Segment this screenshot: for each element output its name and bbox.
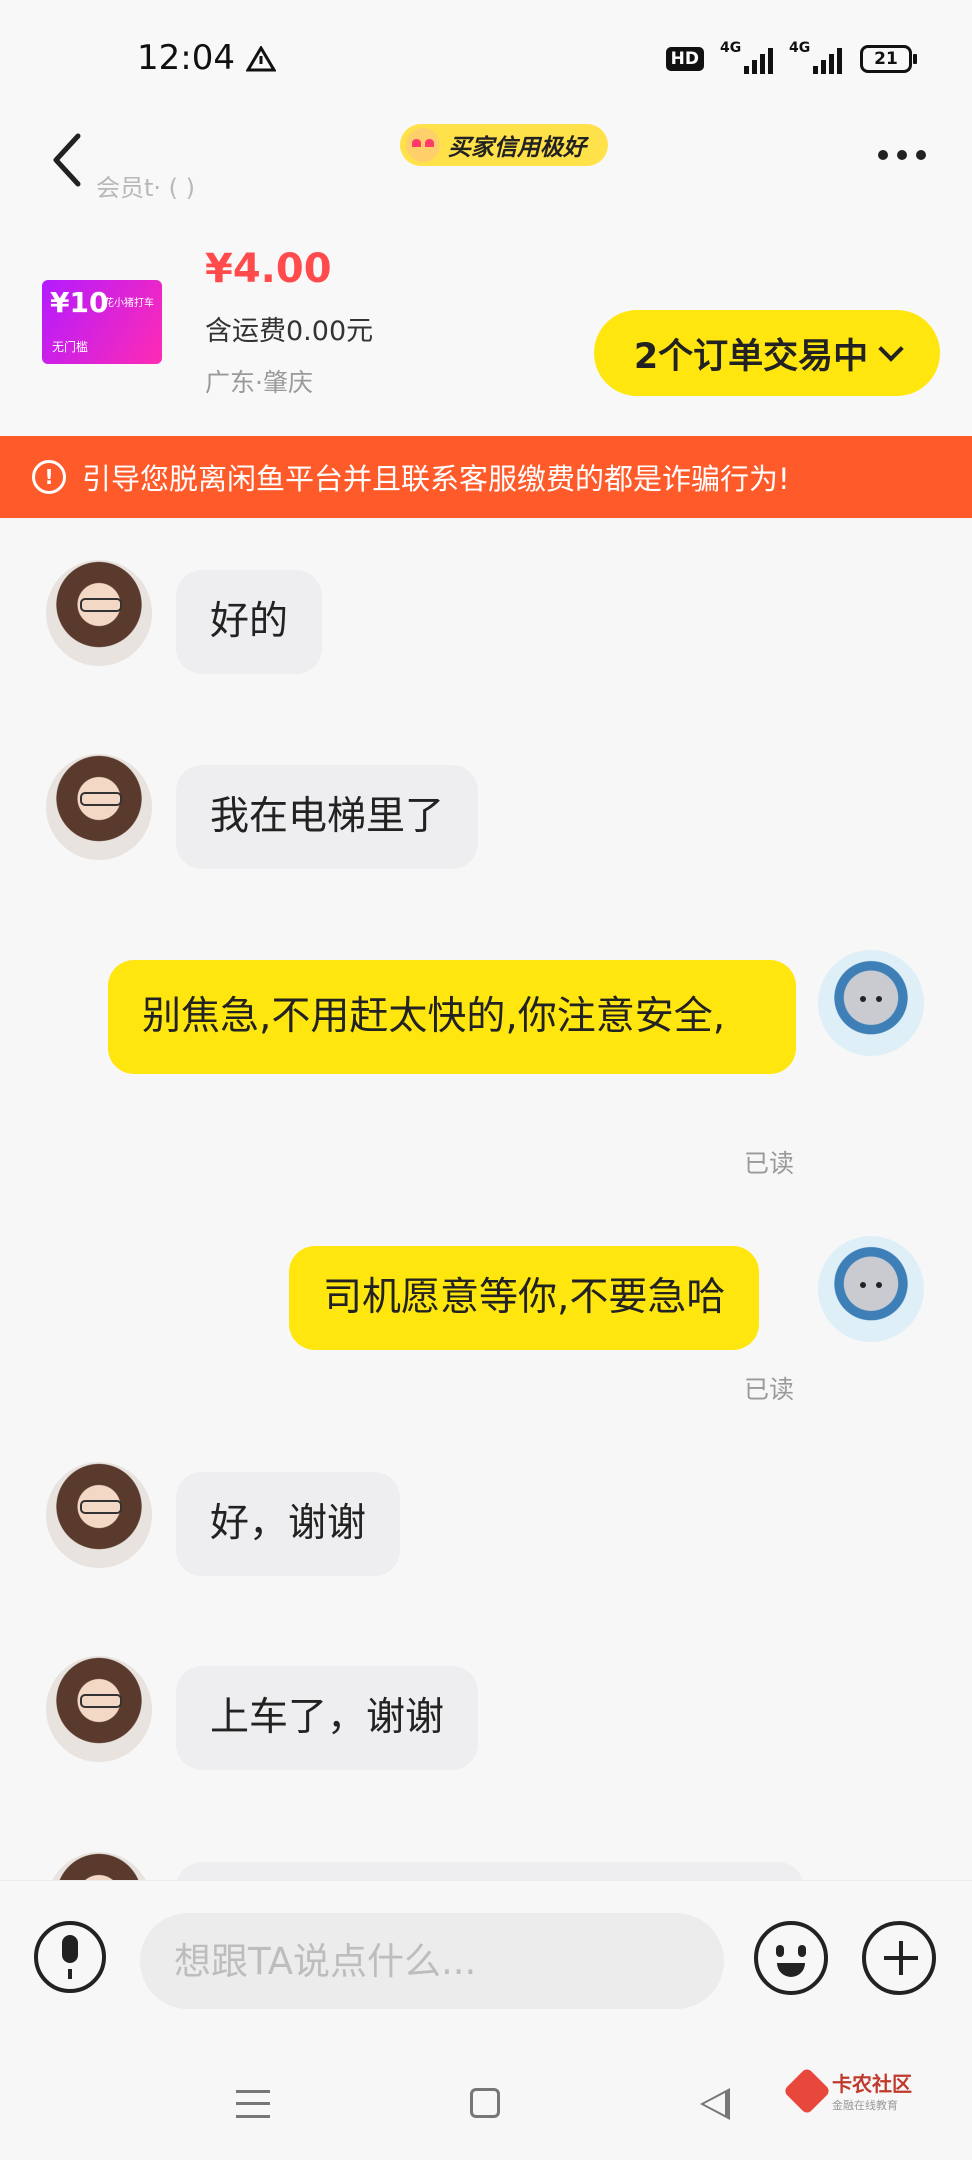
message-bubble-incoming[interactable]: 上车了，谢谢 bbox=[176, 1666, 479, 1770]
alert-icon bbox=[246, 46, 276, 72]
status-bar: 12:04 HD 4G 4G 21 bbox=[0, 0, 972, 120]
watermark-subtitle: 金融在线教育 bbox=[832, 2099, 898, 2112]
my-avatar[interactable] bbox=[818, 950, 924, 1056]
back-button[interactable] bbox=[48, 130, 88, 190]
message-bubble-outgoing[interactable]: 别焦急,不用赶太快的,你注意安全, bbox=[108, 960, 796, 1074]
read-receipt: 已读 bbox=[744, 1375, 795, 1404]
orders-in-progress-button[interactable]: 2个订单交易中 bbox=[594, 310, 940, 396]
credit-badge-label: 买家信用极好 bbox=[448, 135, 586, 161]
home-icon[interactable] bbox=[470, 2088, 500, 2118]
message-bubble-incoming[interactable] bbox=[176, 1862, 804, 1880]
product-thumbnail[interactable]: ¥10 花小猪打车 无门槛 bbox=[42, 280, 162, 364]
battery-icon: 21 bbox=[860, 45, 917, 73]
product-price: ¥4.00 bbox=[205, 246, 332, 292]
message-bubble-incoming[interactable]: 我在电梯里了 bbox=[176, 765, 479, 869]
recent-apps-icon[interactable] bbox=[236, 2090, 270, 2118]
message-input-bar bbox=[0, 1880, 972, 2041]
more-options-button[interactable] bbox=[878, 150, 926, 160]
signal-icon-1: 4G bbox=[720, 40, 773, 74]
message-bubble-incoming[interactable]: 好的 bbox=[176, 570, 323, 674]
heart-eyes-icon bbox=[406, 128, 440, 162]
read-receipt: 已读 bbox=[744, 1149, 795, 1178]
my-avatar[interactable] bbox=[818, 1236, 924, 1342]
voice-input-button[interactable] bbox=[34, 1921, 106, 1993]
credit-badge[interactable]: 买家信用极好 bbox=[400, 124, 608, 166]
fraud-warning-banner: ! 引导您脱离闲鱼平台并且联系客服缴费的都是诈骗行为! bbox=[0, 436, 972, 518]
shipping-fee: 含运费0.00元 bbox=[205, 316, 374, 347]
system-nav-bar: 卡农社区 金融在线教育 bbox=[0, 2040, 972, 2160]
product-location: 广东·肇庆 bbox=[205, 368, 313, 397]
message-bubble-outgoing[interactable]: 司机愿意等你,不要急哈 bbox=[289, 1246, 760, 1350]
contact-avatar[interactable] bbox=[46, 1852, 152, 1880]
contact-avatar[interactable] bbox=[46, 1656, 152, 1762]
message-list[interactable]: 好的 我在电梯里了 别焦急,不用赶太快的,你注意安全, 已读 司机愿意等你,不要… bbox=[0, 518, 972, 1880]
watermark-logo-icon bbox=[782, 2066, 832, 2115]
watermark-title: 卡农社区 bbox=[832, 2072, 912, 2096]
emoji-button[interactable] bbox=[754, 1921, 828, 1995]
chevron-down-icon bbox=[878, 336, 904, 362]
exclamation-icon: ! bbox=[32, 460, 66, 494]
more-actions-button[interactable] bbox=[862, 1921, 936, 1995]
signal-icon-2: 4G bbox=[789, 40, 842, 74]
hd-voice-icon: HD bbox=[665, 47, 704, 71]
seller-subtitle: 会员t· ( ) bbox=[96, 174, 196, 202]
contact-avatar[interactable] bbox=[46, 1462, 152, 1568]
back-icon[interactable] bbox=[700, 2088, 730, 2120]
message-input[interactable] bbox=[140, 1913, 724, 2009]
message-bubble-incoming[interactable]: 好，谢谢 bbox=[176, 1472, 401, 1576]
warning-text: 引导您脱离闲鱼平台并且联系客服缴费的都是诈骗行为! bbox=[82, 462, 790, 496]
contact-avatar[interactable] bbox=[46, 560, 152, 666]
clock: 12:04 bbox=[137, 38, 235, 78]
orders-button-label: 2个订单交易中 bbox=[633, 336, 869, 377]
contact-avatar[interactable] bbox=[46, 754, 152, 860]
watermark: 卡农社区 金融在线教育 bbox=[782, 2066, 912, 2115]
